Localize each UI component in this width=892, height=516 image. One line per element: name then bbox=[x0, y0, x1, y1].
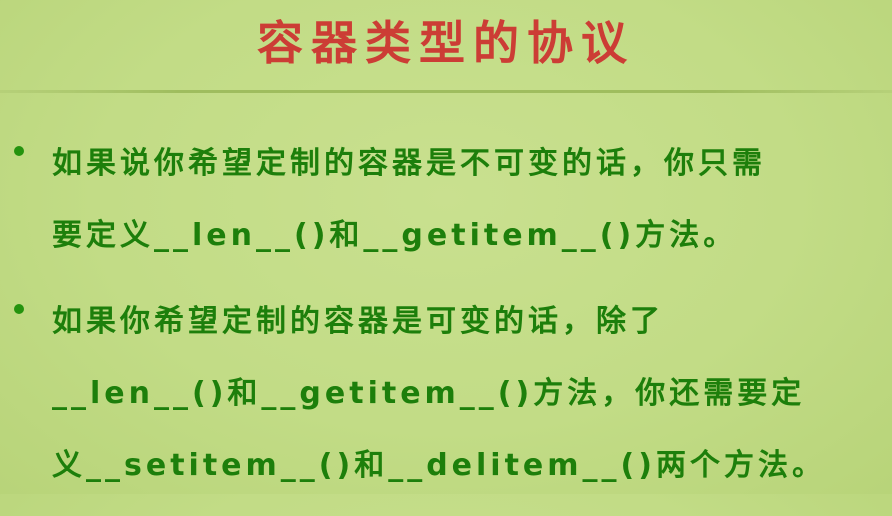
bullet-dot-icon bbox=[14, 146, 24, 156]
bullet-item-2: 如果你希望定制的容器是可变的话，除了 __len__()和__getitem__… bbox=[8, 286, 888, 502]
bullet-dot-icon bbox=[14, 304, 24, 314]
bullet-list: 如果说你希望定制的容器是不可变的话，你只需 要定义__len__()和__get… bbox=[8, 128, 888, 516]
bullet-text: 如果说你希望定制的容器是不可变的话，你只需 要定义__len__()和__get… bbox=[52, 128, 888, 272]
bullet-line: 如果说你希望定制的容器是不可变的话，你只需 bbox=[52, 146, 766, 181]
title-divider bbox=[0, 90, 892, 93]
bullet-line: __len__()和__getitem__()方法，你还需要定 bbox=[52, 376, 806, 411]
bullet-item-1: 如果说你希望定制的容器是不可变的话，你只需 要定义__len__()和__get… bbox=[8, 128, 888, 272]
slide-title: 容器类型的协议 bbox=[257, 16, 635, 70]
bullet-line: 如果你希望定制的容器是可变的话，除了 bbox=[52, 304, 664, 339]
bullet-line: 义__setitem__()和__delitem__()两个方法。 bbox=[52, 448, 826, 483]
slide: 容器类型的协议 如果说你希望定制的容器是不可变的话，你只需 要定义__len__… bbox=[0, 0, 892, 494]
bullet-line: 要定义__len__()和__getitem__()方法。 bbox=[52, 218, 738, 253]
bullet-text: 如果你希望定制的容器是可变的话，除了 __len__()和__getitem__… bbox=[52, 286, 888, 502]
